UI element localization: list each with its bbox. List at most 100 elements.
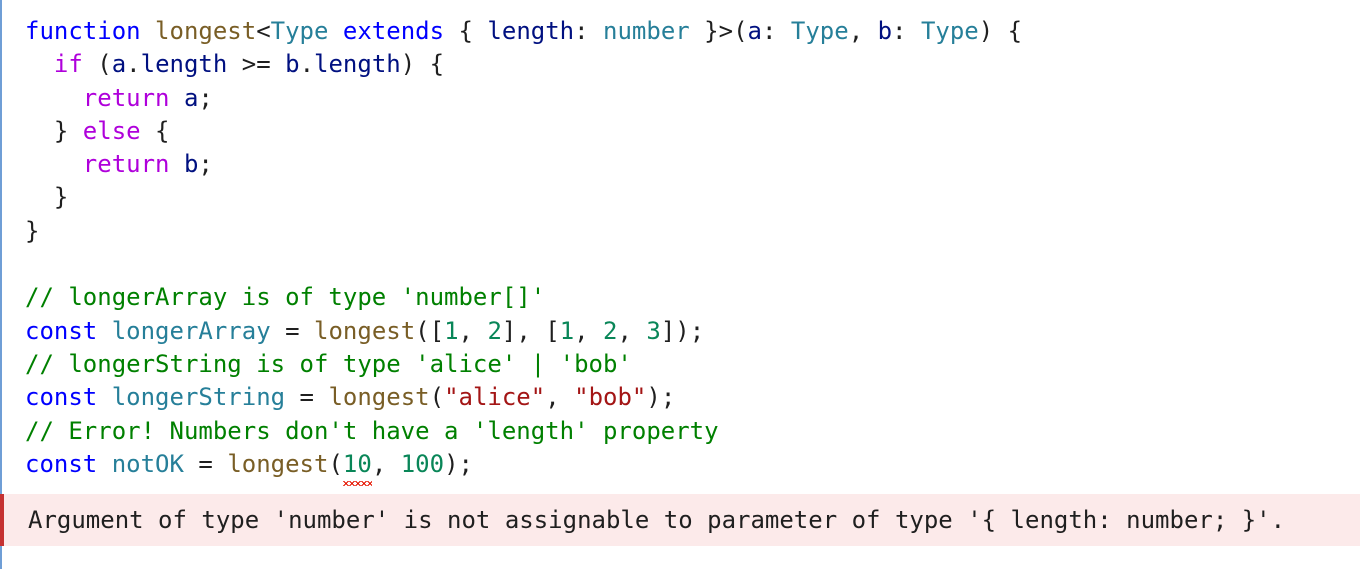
code-token: b	[877, 17, 893, 45]
code-token: ,	[848, 17, 878, 45]
code-line: function longest<Type extends { length: …	[25, 15, 1022, 48]
code-token: const	[25, 383, 98, 412]
code-token: function	[25, 17, 141, 45]
code-token: length	[140, 50, 228, 79]
code-token: Type	[270, 17, 329, 45]
code-token: =	[285, 383, 329, 412]
code-token: longest	[227, 449, 329, 478]
code-token: Type	[790, 17, 849, 45]
code-token: 2	[603, 316, 618, 345]
code-token: 3	[646, 316, 661, 345]
code-line: return a;	[25, 82, 1022, 115]
code-token: }	[25, 216, 40, 245]
code-line: // longerArray is of type 'number[]'	[25, 281, 1022, 314]
code-token: if	[53, 50, 83, 79]
code-token: notOK	[111, 449, 184, 478]
code-line: } else {	[25, 115, 1022, 148]
code-token: a	[111, 50, 127, 79]
code-token: =	[270, 316, 315, 345]
code-token: 2	[487, 316, 502, 345]
code-token: length	[487, 17, 575, 45]
code-token: length	[314, 50, 401, 79]
error-squiggle-token: 10	[342, 448, 372, 487]
editor-left-border	[0, 0, 2, 569]
code-token: 1	[559, 316, 575, 345]
code-line: const longerArray = longest([1, 2], [1, …	[25, 315, 1022, 348]
code-token: ,	[574, 316, 604, 345]
code-token: }>(	[689, 17, 748, 45]
code-token: =	[183, 449, 228, 478]
code-token: ) {	[978, 17, 1023, 45]
code-token: b	[183, 150, 199, 179]
code-token: .	[126, 50, 141, 79]
code-line: // Error! Numbers don't have a 'length' …	[25, 415, 1022, 448]
code-token: longest	[155, 17, 257, 45]
code-token: number	[603, 17, 690, 45]
code-token: longerString	[111, 383, 286, 412]
code-line: if (a.length >= b.length) {	[25, 48, 1022, 81]
code-token: 1	[444, 316, 459, 345]
code-editor[interactable]: function longest<Type extends { length: …	[25, 15, 1022, 487]
code-token: <	[256, 17, 271, 45]
code-token: b	[285, 50, 300, 79]
code-token: ,	[545, 383, 575, 412]
code-token: "bob"	[574, 383, 647, 412]
code-token: return	[82, 83, 170, 112]
code-token: (	[328, 449, 343, 478]
code-token: longerArray	[111, 316, 271, 345]
code-line: const longerString = longest("alice", "b…	[25, 381, 1022, 414]
code-token: const	[25, 316, 98, 345]
code-token: else	[82, 116, 141, 145]
code-line: const notOK = longest(10, 100);	[25, 448, 1022, 487]
code-token: // longerString is of type 'alice' | 'bo…	[25, 349, 632, 378]
error-message-text: Argument of type 'number' is not assigna…	[28, 506, 1286, 534]
code-token: }	[25, 116, 83, 145]
code-token: ,	[458, 316, 488, 345]
code-token: ) {	[400, 50, 445, 79]
code-token: }	[25, 183, 69, 212]
code-token: a	[747, 17, 762, 45]
code-token: .	[299, 50, 315, 79]
code-token: (	[82, 50, 112, 79]
code-token: longest	[328, 383, 430, 412]
code-token: ], [	[501, 316, 560, 345]
code-token: (	[429, 383, 445, 412]
code-line: }	[25, 181, 1022, 214]
code-token: extends	[342, 17, 445, 45]
code-token: ,	[617, 316, 647, 345]
code-line: }	[25, 215, 1022, 248]
code-token: return	[82, 150, 170, 179]
code-token: >=	[227, 50, 286, 79]
code-token: "alice"	[444, 383, 546, 412]
code-token: :	[892, 17, 921, 45]
error-message-panel: Argument of type 'number' is not assigna…	[0, 494, 1360, 546]
code-token: );	[646, 383, 676, 412]
code-token: :	[761, 17, 791, 45]
code-token: ]);	[660, 316, 705, 345]
code-token: longest	[314, 316, 416, 345]
code-token: ;	[198, 83, 213, 112]
code-token: a	[183, 83, 199, 112]
code-token: const	[25, 449, 98, 478]
code-line: // longerString is of type 'alice' | 'bo…	[25, 348, 1022, 381]
code-token: ([	[415, 316, 445, 345]
code-token: ;	[198, 150, 213, 179]
code-token: // Error! Numbers don't have a 'length' …	[25, 416, 719, 445]
code-token: 100	[400, 449, 445, 478]
code-line: return b;	[25, 148, 1022, 181]
code-token: {	[140, 116, 170, 145]
code-token: );	[444, 449, 473, 478]
code-token: :	[574, 17, 604, 45]
code-token: {	[444, 17, 488, 45]
